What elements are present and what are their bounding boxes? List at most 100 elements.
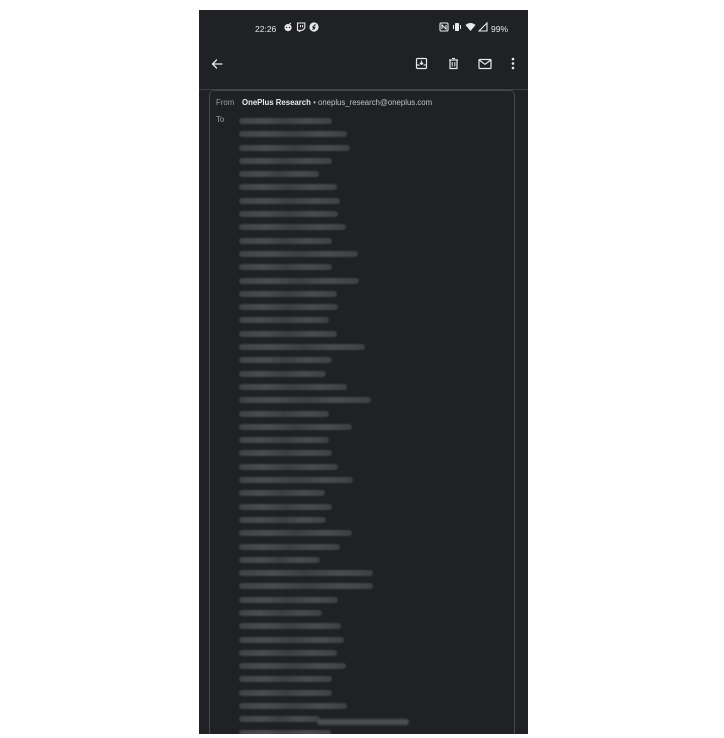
redacted-recipient <box>239 716 320 723</box>
recipient-row[interactable] <box>239 647 389 660</box>
redacted-recipient <box>239 516 326 523</box>
recipient-row[interactable] <box>239 288 389 301</box>
recipient-row[interactable] <box>239 580 389 593</box>
sender-name: OnePlus Research <box>242 98 311 107</box>
redacted-recipient <box>239 423 352 430</box>
delete-button[interactable] <box>439 52 467 80</box>
recipient-row[interactable] <box>239 275 389 288</box>
recipient-row[interactable] <box>239 554 389 567</box>
recipient-row[interactable] <box>239 208 389 221</box>
redacted-recipient <box>239 676 332 683</box>
recipient-row[interactable] <box>239 541 389 554</box>
redacted-recipient <box>239 583 373 590</box>
recipient-row[interactable] <box>239 221 389 234</box>
vibrate-icon <box>452 22 462 34</box>
recipient-row[interactable] <box>239 181 389 194</box>
redacted-recipient <box>239 330 337 337</box>
redacted-recipient <box>239 623 341 630</box>
redacted-recipient <box>239 663 346 670</box>
recipient-row[interactable] <box>239 341 389 354</box>
redacted-recipient <box>239 290 337 297</box>
redacted-recipient <box>239 636 344 643</box>
recipient-row[interactable] <box>239 301 389 314</box>
shazam-icon <box>309 22 319 34</box>
redacted-recipient <box>239 570 373 577</box>
recipient-row[interactable] <box>239 115 389 128</box>
recipient-row[interactable] <box>239 394 389 407</box>
delete-icon <box>447 57 460 75</box>
recipient-row[interactable] <box>239 594 389 607</box>
redacted-recipient <box>239 264 332 271</box>
archive-button[interactable] <box>407 52 435 80</box>
sender[interactable]: OnePlus Research • oneplus_research@onep… <box>242 98 432 107</box>
recipient-row[interactable] <box>239 727 389 734</box>
recipient-row[interactable] <box>239 155 389 168</box>
redacted-recipient <box>239 370 326 377</box>
redacted-recipient <box>239 477 353 484</box>
recipient-row[interactable] <box>239 447 389 460</box>
redacted-recipient <box>239 410 329 417</box>
recipient-row[interactable] <box>239 607 389 620</box>
to-label: To <box>216 115 225 124</box>
recipient-row[interactable] <box>239 168 389 181</box>
redacted-recipient <box>239 250 358 257</box>
reddit-icon <box>283 22 293 34</box>
redacted-recipient <box>239 224 346 231</box>
redacted-recipient <box>239 450 332 457</box>
redacted-recipient <box>239 596 338 603</box>
recipient-row[interactable] <box>239 700 389 713</box>
back-button[interactable] <box>203 52 231 80</box>
recipient-row[interactable] <box>239 235 389 248</box>
recipient-row[interactable] <box>239 501 389 514</box>
status-time: 22:26 <box>255 24 277 34</box>
sender-separator: • <box>313 98 316 107</box>
message-details-card: From OnePlus Research • oneplus_research… <box>209 90 515 734</box>
recipient-row[interactable] <box>239 368 389 381</box>
redacted-recipient <box>239 689 332 696</box>
recipient-row[interactable] <box>239 314 389 327</box>
redacted-recipient <box>239 649 337 656</box>
redacted-recipient <box>239 118 332 124</box>
app-bar <box>199 46 528 86</box>
redacted-recipient <box>239 530 352 537</box>
recipient-row[interactable] <box>239 514 389 527</box>
recipient-row[interactable] <box>239 487 389 500</box>
nfc-icon <box>439 22 449 34</box>
recipient-row[interactable] <box>239 660 389 673</box>
redacted-recipient <box>239 157 332 164</box>
redacted-recipient <box>239 171 319 178</box>
recipient-row[interactable] <box>239 461 389 474</box>
more-options-button[interactable] <box>499 52 527 80</box>
recipient-row[interactable] <box>239 408 389 421</box>
redacted-recipient <box>239 144 350 151</box>
recipient-row[interactable] <box>239 195 389 208</box>
redacted-recipient <box>239 211 338 218</box>
redacted-recipient <box>239 556 320 563</box>
recipient-list <box>239 115 389 734</box>
recipient-row[interactable] <box>239 328 389 341</box>
recipient-row[interactable] <box>239 354 389 367</box>
redacted-recipient <box>239 317 329 324</box>
recipient-row[interactable] <box>239 634 389 647</box>
recipient-row[interactable] <box>239 567 389 580</box>
redacted-recipient <box>239 277 359 284</box>
recipient-row[interactable] <box>239 421 389 434</box>
recipient-row[interactable] <box>239 527 389 540</box>
recipient-row[interactable] <box>239 248 389 261</box>
recipient-row[interactable] <box>239 434 389 447</box>
recipient-row[interactable] <box>239 673 389 686</box>
recipient-row[interactable] <box>239 261 389 274</box>
phone-screen: 22:26 99% From OnePlus Research • oneplu… <box>199 10 528 734</box>
recipient-row[interactable] <box>239 687 389 700</box>
recipient-row[interactable] <box>239 128 389 141</box>
recipient-row[interactable] <box>239 142 389 155</box>
mark-unread-button[interactable] <box>471 52 499 80</box>
recipient-row[interactable] <box>239 474 389 487</box>
recipient-row[interactable] <box>239 381 389 394</box>
recipient-row[interactable] <box>239 620 389 633</box>
archive-icon <box>415 57 428 75</box>
status-bar: 22:26 99% <box>199 10 528 46</box>
redacted-recipient <box>239 729 331 734</box>
wifi-icon <box>465 22 476 34</box>
redacted-recipient <box>239 357 332 364</box>
